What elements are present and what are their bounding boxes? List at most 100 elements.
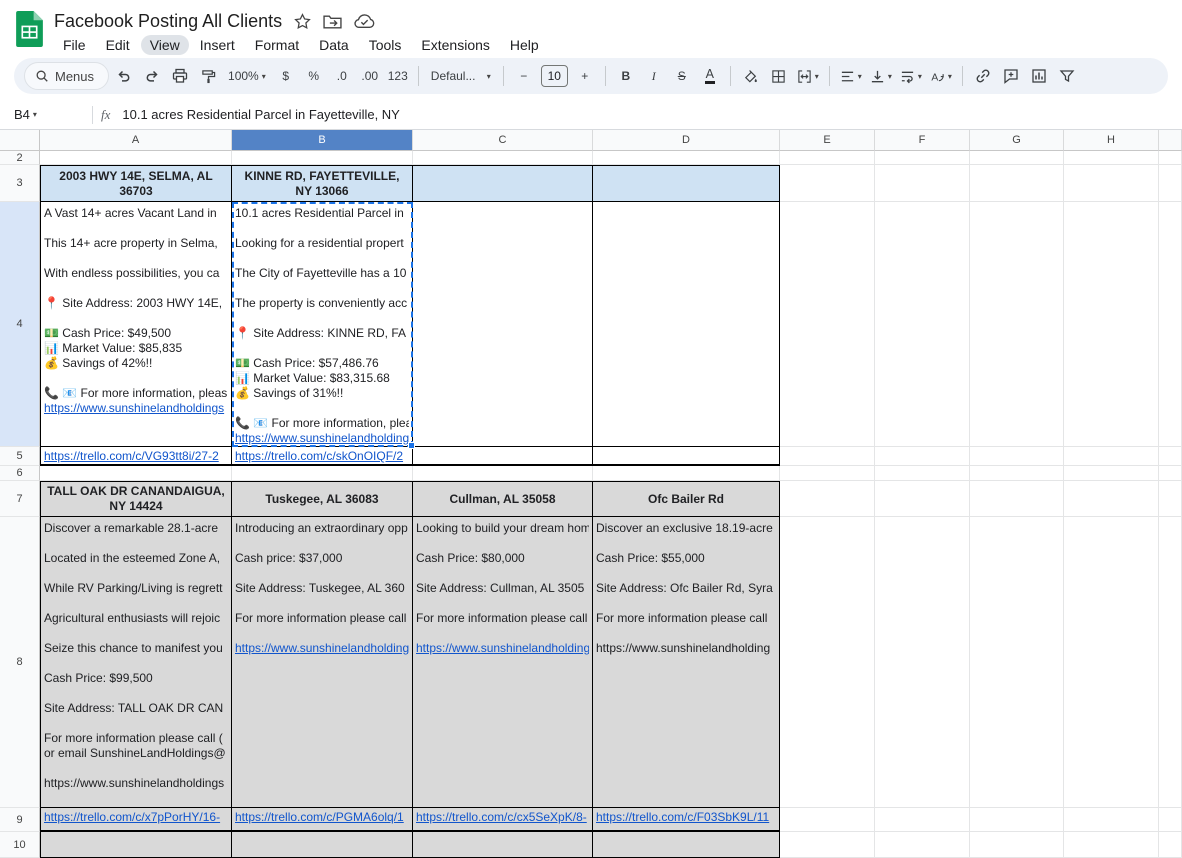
cell-E9[interactable]: [780, 808, 875, 832]
row-header-7[interactable]: 7: [0, 481, 40, 517]
cell-D4[interactable]: [593, 202, 780, 447]
column-header-partial[interactable]: [1159, 130, 1182, 151]
menu-edit[interactable]: Edit: [97, 35, 139, 55]
menu-view[interactable]: View: [140, 35, 189, 55]
increase-font-size-button[interactable]: +: [572, 63, 598, 89]
more-formats-button[interactable]: 123: [385, 63, 411, 89]
vertical-align-button[interactable]: ▾: [867, 63, 895, 89]
cell-B8[interactable]: Introducing an extraordinary opp Cash pri…: [232, 517, 413, 808]
cell-F4[interactable]: [875, 202, 970, 447]
column-header-E[interactable]: E: [780, 130, 875, 151]
increase-decimal-button[interactable]: .00: [357, 63, 383, 89]
cell-E6[interactable]: [780, 466, 875, 481]
font-family-dropdown[interactable]: Defaul... ▾: [426, 69, 496, 83]
cell-A8[interactable]: Discover a remarkable 28.1-acre Located i…: [40, 517, 232, 808]
cell-B7[interactable]: Tuskegee, AL 36083: [232, 481, 413, 517]
cell-H3[interactable]: [1064, 165, 1159, 202]
cell-H2[interactable]: [1064, 151, 1159, 165]
cell-A9[interactable]: https://trello.com/c/x7pPorHY/16-: [40, 808, 232, 832]
row-header-6[interactable]: 6: [0, 466, 40, 481]
horizontal-align-button[interactable]: ▾: [837, 63, 865, 89]
cell-A2[interactable]: [40, 151, 232, 165]
cell-link[interactable]: https://trello.com/c/skOnOIQF/2: [235, 449, 403, 463]
cell-G6[interactable]: [970, 466, 1064, 481]
move-folder-icon[interactable]: [323, 14, 342, 29]
cell-F7[interactable]: [875, 481, 970, 517]
cell-D10[interactable]: [593, 832, 780, 858]
zoom-dropdown[interactable]: 100% ▾: [223, 69, 271, 83]
cell-H8[interactable]: [1064, 517, 1159, 808]
decrease-decimal-button[interactable]: .0: [329, 63, 355, 89]
cell-x2[interactable]: [1159, 151, 1182, 165]
text-rotation-button[interactable]: A ▾: [927, 63, 955, 89]
cell-link[interactable]: https://www.sunshinelandholding: [416, 641, 589, 655]
cell-A3[interactable]: 2003 HWY 14E, SELMA, AL 36703: [40, 165, 232, 202]
cell-reference-box[interactable]: B4 ▾: [0, 107, 88, 122]
cell-E5[interactable]: [780, 447, 875, 466]
row-header-5[interactable]: 5: [0, 447, 40, 466]
row-header-10[interactable]: 10: [0, 832, 40, 858]
cell-link[interactable]: https://www.sunshinelandholding: [235, 641, 409, 655]
cell-D8[interactable]: Discover an exclusive 18.19-acre Cash Pri…: [593, 517, 780, 808]
cell-E7[interactable]: [780, 481, 875, 517]
font-size-input[interactable]: 10: [540, 65, 568, 87]
menu-tools[interactable]: Tools: [360, 35, 411, 55]
cell-D3[interactable]: [593, 165, 780, 202]
cell-D5[interactable]: [593, 447, 780, 466]
menus-search-button[interactable]: Menus: [24, 62, 110, 90]
menu-data[interactable]: Data: [310, 35, 358, 55]
cell-G7[interactable]: [970, 481, 1064, 517]
cell-A4[interactable]: A Vast 14+ acres Vacant Land in This 14+ …: [40, 202, 232, 447]
menu-insert[interactable]: Insert: [191, 35, 244, 55]
cell-link[interactable]: https://trello.com/c/F03SbK9L/11: [596, 810, 769, 824]
column-header-B[interactable]: B: [232, 130, 413, 151]
column-header-D[interactable]: D: [593, 130, 780, 151]
cell-E3[interactable]: [780, 165, 875, 202]
cell-B3[interactable]: KINNE RD, FAYETTEVILLE, NY 13066: [232, 165, 413, 202]
redo-button[interactable]: [139, 63, 165, 89]
insert-comment-button[interactable]: [998, 63, 1024, 89]
document-title[interactable]: Facebook Posting All Clients: [54, 11, 282, 32]
undo-button[interactable]: [111, 63, 137, 89]
cell-C10[interactable]: [413, 832, 593, 858]
insert-link-button[interactable]: [970, 63, 996, 89]
cell-G5[interactable]: [970, 447, 1064, 466]
formula-input[interactable]: 10.1 acres Residential Parcel in Fayette…: [122, 107, 399, 122]
sheets-logo-icon[interactable]: [16, 11, 43, 47]
cell-link[interactable]: https://trello.com/c/x7pPorHY/16-: [44, 810, 220, 824]
cell-G3[interactable]: [970, 165, 1064, 202]
row-header-4[interactable]: 4: [0, 202, 40, 447]
fill-color-button[interactable]: [738, 63, 764, 89]
paint-format-button[interactable]: [195, 63, 221, 89]
cell-H7[interactable]: [1064, 481, 1159, 517]
create-filter-button[interactable]: [1054, 63, 1080, 89]
cell-C5[interactable]: [413, 447, 593, 466]
cell-F3[interactable]: [875, 165, 970, 202]
cell-x4[interactable]: [1159, 202, 1182, 447]
text-color-button[interactable]: A: [697, 63, 723, 89]
menu-help[interactable]: Help: [501, 35, 548, 55]
select-all-corner[interactable]: [0, 130, 40, 151]
cell-D2[interactable]: [593, 151, 780, 165]
cell-link[interactable]: https://www.sunshinelandholding: [235, 431, 409, 445]
cell-H6[interactable]: [1064, 466, 1159, 481]
cell-A6[interactable]: [40, 466, 232, 481]
cell-x8[interactable]: [1159, 517, 1182, 808]
cell-B10[interactable]: [232, 832, 413, 858]
cell-link[interactable]: https://trello.com/c/PGMA6olq/1: [235, 810, 404, 824]
cell-F8[interactable]: [875, 517, 970, 808]
row-header-9[interactable]: 9: [0, 808, 40, 832]
cell-B6[interactable]: [232, 466, 413, 481]
cell-x9[interactable]: [1159, 808, 1182, 832]
cell-H9[interactable]: [1064, 808, 1159, 832]
cell-E10[interactable]: [780, 832, 875, 858]
cell-A10[interactable]: [40, 832, 232, 858]
cell-link[interactable]: https://trello.com/c/cx5SeXpK/8-: [416, 810, 587, 824]
cell-F6[interactable]: [875, 466, 970, 481]
cell-A7[interactable]: TALL OAK DR CANANDAIGUA, NY 14424: [40, 481, 232, 517]
italic-button[interactable]: I: [641, 63, 667, 89]
cell-G4[interactable]: [970, 202, 1064, 447]
column-header-G[interactable]: G: [970, 130, 1064, 151]
cell-B4[interactable]: 10.1 acres Residential Parcel in Looking …: [232, 202, 413, 447]
cell-B2[interactable]: [232, 151, 413, 165]
